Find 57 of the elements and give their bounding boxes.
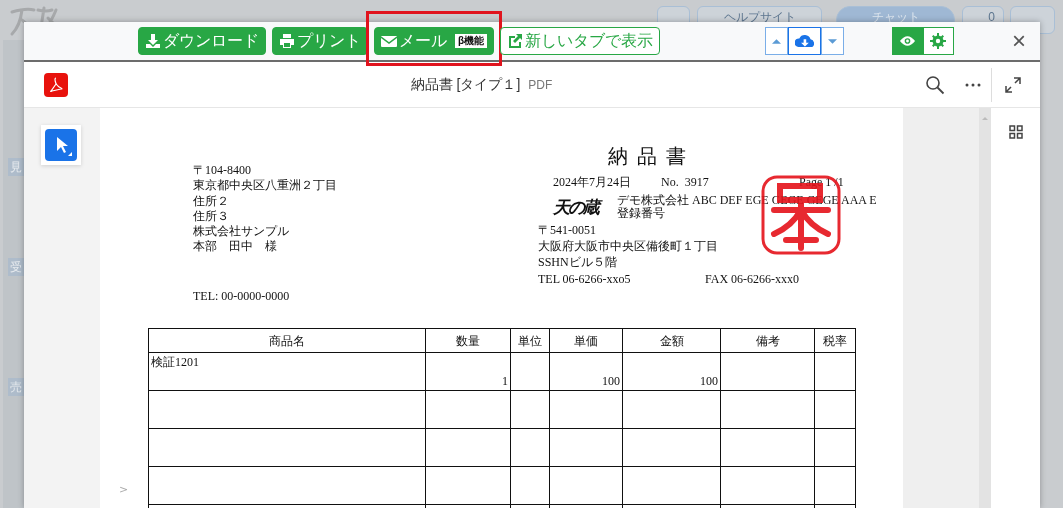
issue-date: 2024年7月24日 [553, 174, 632, 190]
fax-number: FAX 06-6266-xxx0 [705, 271, 800, 287]
address-line: 〒541-0051 [538, 222, 597, 238]
address-line: 大阪府大阪市中央区備後町１丁目 [538, 238, 719, 254]
file-type-label: PDF [528, 78, 553, 92]
external-link-icon [507, 33, 524, 49]
nav-button[interactable] [788, 27, 821, 55]
company-info: 登録番号 [617, 207, 666, 220]
settings-icon [930, 33, 947, 49]
document-number: No. 3917 [661, 174, 710, 190]
next-page-button[interactable]: > [119, 481, 129, 498]
pdf-icon [44, 72, 68, 97]
phone-number: TEL: 00-0000-0000 [193, 288, 291, 305]
printer-icon [279, 33, 295, 49]
cloud-download-icon [795, 32, 814, 50]
address-line: SSHNビル５階 [538, 254, 618, 270]
column-header: 備考 [720, 328, 815, 353]
address-line: 住所３ [193, 208, 230, 225]
column-header: 商品名 [148, 328, 426, 353]
table-cell: 100 [700, 374, 718, 389]
toolbar-button[interactable]: プリント [272, 27, 368, 55]
document-title: 納品書 [タイプ１] [410, 76, 521, 92]
caret-up-icon [772, 38, 781, 44]
eye-icon [899, 34, 916, 48]
nav-button[interactable] [821, 27, 844, 55]
nav-button[interactable] [765, 27, 788, 55]
address-line: 〒104-8400 [193, 163, 252, 179]
expand-icon[interactable] [1004, 75, 1022, 94]
download-icon [145, 33, 161, 49]
column-header: 税率 [814, 328, 856, 353]
column-header: 数量 [425, 328, 511, 353]
column-header: 金額 [622, 328, 721, 353]
cursor-tool-icon[interactable] [45, 129, 77, 161]
more-icon[interactable] [965, 82, 981, 87]
toolbar-button[interactable]: メール β機能 [374, 27, 495, 55]
view-button[interactable] [892, 27, 923, 55]
address-line: 株式会社サンプル [193, 224, 290, 240]
toolbar-button[interactable]: ダウンロード [138, 27, 266, 55]
table-cell: 100 [602, 374, 620, 389]
grid-icon[interactable] [1008, 125, 1023, 139]
beta-tag: β機能 [455, 34, 488, 48]
view-button[interactable] [923, 27, 954, 55]
address-line: 東京都中央区八重洲２丁目 [193, 178, 338, 194]
phone-number: TEL 06-6266-xxo5 [538, 271, 632, 287]
address-line: 本部 田中 様 [193, 239, 278, 255]
company-logo: 天の蔵 [553, 194, 603, 222]
address-line: 住所２ [193, 193, 230, 209]
caret-down-icon [828, 38, 837, 44]
document-heading: 納 品 書 [608, 144, 689, 168]
column-header: 単位 [510, 328, 550, 353]
column-header: 単価 [549, 328, 623, 353]
close-button[interactable]: × [1008, 29, 1030, 53]
table-cell: 検証1201 [151, 355, 199, 370]
toolbar-button[interactable]: 新しいタブで表示 [500, 27, 661, 55]
mail-icon [381, 33, 397, 49]
table-cell: 1 [502, 374, 508, 389]
search-icon[interactable] [925, 74, 945, 95]
